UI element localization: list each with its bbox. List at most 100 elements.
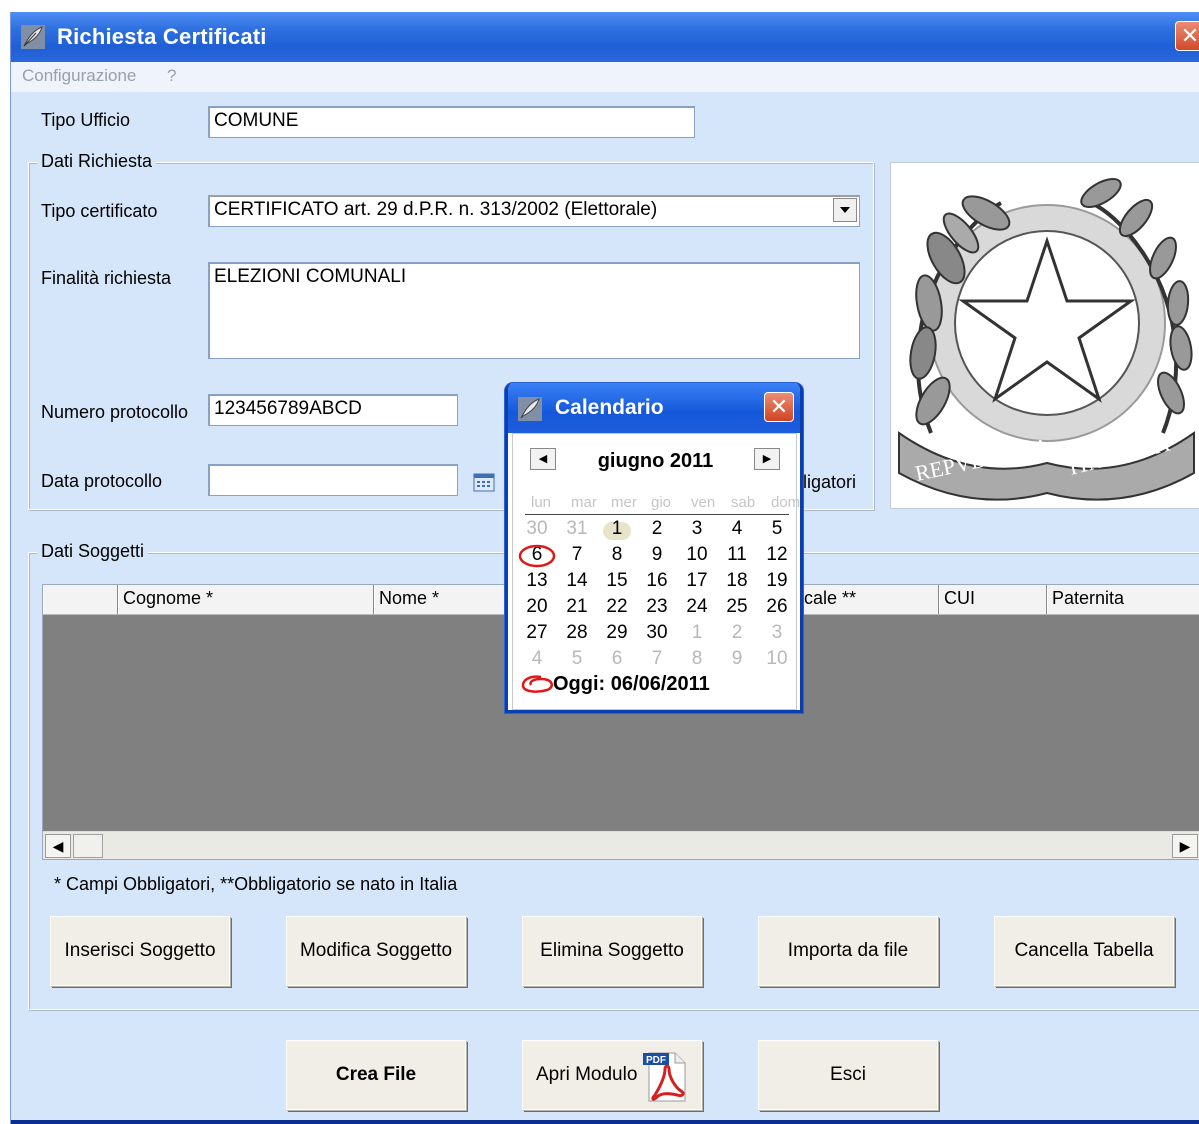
calendar-popup[interactable]: Calendario ✕ ◀ giugno 2011 ▶ lun mar mer gi… — [505, 383, 803, 713]
scroll-right-button[interactable]: ▶ — [1172, 834, 1198, 858]
tipo-certificato-select[interactable]: CERTIFICATO art. 29 d.P.R. n. 313/2002 (… — [208, 195, 860, 227]
calendar-day[interactable]: 8 — [597, 544, 637, 566]
column-header-cui[interactable]: CUI — [939, 585, 1047, 614]
cancella-tabella-button[interactable]: Cancella Tabella — [994, 916, 1174, 986]
calendar-day[interactable]: 6 — [597, 648, 637, 670]
calendar-day[interactable]: 21 — [557, 596, 597, 618]
apri-modulo-label: Apri Modulo — [536, 1064, 638, 1085]
app-feather-icon — [21, 25, 45, 49]
menu-help[interactable]: ? — [167, 66, 176, 86]
tipo-certificato-label: Tipo certificato — [41, 201, 158, 221]
calendar-day[interactable]: 28 — [557, 622, 597, 644]
finalita-textarea[interactable]: ELEZIONI COMUNALI — [208, 262, 860, 359]
elimina-soggetto-button[interactable]: Elimina Soggetto — [522, 916, 702, 986]
emblem-icon: REPVBBLICA ITALIANA — [898, 178, 1195, 501]
calendar-day[interactable]: 20 — [517, 596, 557, 618]
dropdown-button[interactable] — [833, 198, 857, 222]
column-header-selector[interactable] — [43, 585, 118, 614]
calendar-title: Calendario — [555, 396, 664, 419]
calendar-day[interactable]: 18 — [717, 570, 757, 592]
calendar-day[interactable]: 5 — [757, 518, 797, 540]
calendar-day[interactable]: 13 — [517, 570, 557, 592]
chevron-down-icon — [840, 207, 850, 213]
data-protocollo-input[interactable] — [208, 464, 458, 496]
calendar-day[interactable]: 31 — [557, 518, 597, 540]
calendar-day[interactable]: 12 — [757, 544, 797, 566]
app-feather-icon — [518, 397, 542, 421]
menu-configurazione[interactable]: Configurazione — [22, 66, 136, 86]
column-header-paternita[interactable]: Paternita — [1047, 585, 1199, 614]
calendar-body: ◀ giugno 2011 ▶ lun mar mer gio ven sab dom 30… — [512, 433, 801, 710]
calendar-day[interactable]: 7 — [557, 544, 597, 566]
calendar-day[interactable]: 27 — [517, 622, 557, 644]
calendar-day[interactable]: 22 — [597, 596, 637, 618]
title-bar[interactable]: Richiesta Certificati ✕ — [11, 12, 1199, 62]
calendar-day[interactable]: 1 — [597, 518, 637, 540]
calendar-day[interactable]: 8 — [677, 648, 717, 670]
weekday-header: gio — [651, 494, 672, 511]
numero-protocollo-input[interactable]: 123456789ABCD — [208, 394, 458, 426]
calendar-day[interactable]: 30 — [637, 622, 677, 644]
calendar-day[interactable]: 29 — [597, 622, 637, 644]
importa-da-file-button[interactable]: Importa da file — [758, 916, 938, 986]
inserisci-soggetto-button[interactable]: Inserisci Soggetto — [50, 916, 230, 986]
today-label[interactable]: Oggi: 06/06/2011 — [553, 673, 710, 696]
calendar-day[interactable]: 15 — [597, 570, 637, 592]
calendar-day[interactable]: 10 — [677, 544, 717, 566]
data-protocollo-label: Data protocollo — [41, 471, 163, 491]
calendar-day[interactable]: 26 — [757, 596, 797, 618]
apri-modulo-button[interactable]: Apri Modulo PDF — [522, 1040, 702, 1110]
mandatory-fields-note: * Campi Obbligatori, **Obbligatorio se n… — [54, 874, 458, 894]
calendar-day[interactable]: 10 — [757, 648, 797, 670]
calendar-day[interactable]: 14 — [557, 570, 597, 592]
weekday-divider — [525, 514, 789, 515]
calendar-day[interactable]: 5 — [557, 648, 597, 670]
tipo-certificato-value: CERTIFICATO art. 29 d.P.R. n. 313/2002 (… — [214, 199, 658, 220]
horizontal-scrollbar[interactable]: ◀ ▶ — [43, 831, 1199, 859]
calendar-day[interactable]: 30 — [517, 518, 557, 540]
calendar-title-bar[interactable]: Calendario ✕ — [508, 383, 800, 433]
weekday-header: dom — [771, 494, 801, 511]
weekday-header: ven — [691, 494, 716, 511]
calendar-close-button[interactable]: ✕ — [764, 392, 794, 422]
menu-bar: Configurazione ? — [11, 62, 1199, 92]
calendar-day[interactable]: 9 — [717, 648, 757, 670]
calendar-day[interactable]: 3 — [757, 622, 797, 644]
tipo-ufficio-label: Tipo Ufficio — [41, 110, 131, 130]
calendar-day[interactable]: 3 — [677, 518, 717, 540]
calendar-day[interactable]: 16 — [637, 570, 677, 592]
calendar-day[interactable]: 4 — [717, 518, 757, 540]
modifica-soggetto-button[interactable]: Modifica Soggetto — [286, 916, 466, 986]
pdf-icon: PDF — [643, 1052, 686, 1102]
calendar-day[interactable]: 11 — [717, 544, 757, 566]
today-circle-icon[interactable] — [519, 673, 555, 695]
numero-protocollo-label: Numero protocollo — [41, 402, 189, 422]
pdf-badge-text: PDF — [646, 1055, 666, 1066]
calendar-day[interactable]: 1 — [677, 622, 717, 644]
scroll-left-button[interactable]: ◀ — [45, 834, 71, 858]
crea-file-button[interactable]: Crea File — [286, 1040, 466, 1110]
window-close-button[interactable]: ✕ — [1175, 21, 1199, 51]
window-bottom-border — [11, 1120, 1199, 1124]
calendar-day[interactable]: 9 — [637, 544, 677, 566]
weekday-header: mer — [611, 494, 637, 511]
calendar-day[interactable]: 2 — [717, 622, 757, 644]
calendar-day[interactable]: 24 — [677, 596, 717, 618]
calendar-day[interactable]: 19 — [757, 570, 797, 592]
tipo-ufficio-input[interactable]: COMUNE — [208, 106, 695, 138]
calendar-day[interactable]: 4 — [517, 648, 557, 670]
calendar-day[interactable]: 17 — [677, 570, 717, 592]
column-header-codice-fiscale[interactable]: cale ** — [799, 585, 939, 614]
obbligatori-note-partial: ligatori — [803, 472, 857, 492]
calendar-day[interactable]: 25 — [717, 596, 757, 618]
calendar-day[interactable]: 2 — [637, 518, 677, 540]
today-marker-icon — [518, 544, 556, 568]
esci-button[interactable]: Esci — [758, 1040, 938, 1110]
calendar-day[interactable]: 23 — [637, 596, 677, 618]
column-header-nome[interactable]: Nome * — [374, 585, 514, 614]
next-month-button[interactable]: ▶ — [754, 448, 780, 470]
column-header-cognome[interactable]: Cognome * — [118, 585, 374, 614]
scroll-thumb[interactable] — [73, 834, 103, 858]
calendar-day[interactable]: 7 — [637, 648, 677, 670]
calendar-icon[interactable] — [473, 472, 495, 492]
